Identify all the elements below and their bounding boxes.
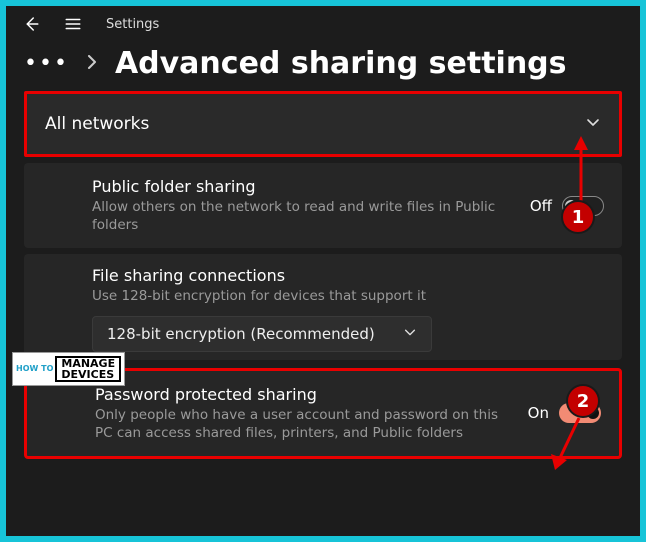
chevron-down-icon [585, 114, 601, 134]
chevron-down-icon [403, 325, 417, 343]
back-icon[interactable] [22, 15, 40, 33]
setting-desc: Use 128-bit encryption for devices that … [92, 287, 604, 305]
setting-title: File sharing connections [92, 266, 604, 285]
setting-title: Password protected sharing [95, 385, 512, 404]
section-title: All networks [45, 114, 149, 134]
dropdown-value: 128-bit encryption (Recommended) [107, 325, 375, 343]
page-title: Advanced sharing settings [115, 46, 567, 81]
toggle-state-label: Off [530, 197, 552, 215]
annotation-marker-1: 1 [561, 200, 595, 234]
setting-desc: Allow others on the network to read and … [92, 198, 514, 234]
hamburger-icon[interactable] [64, 15, 82, 33]
annotation-arrow-2 [541, 414, 591, 474]
encryption-dropdown[interactable]: 128-bit encryption (Recommended) [92, 316, 432, 352]
watermark-howto: HOW TO [16, 365, 53, 373]
app-title: Settings [106, 17, 159, 32]
setting-title: Public folder sharing [92, 177, 514, 196]
setting-desc: Only people who have a user account and … [95, 406, 512, 442]
watermark-devices: DEVICES [61, 369, 115, 380]
settings-window: Settings ••• Advanced sharing settings A… [6, 6, 640, 536]
annotation-marker-2: 2 [566, 384, 600, 418]
chevron-right-icon [87, 54, 97, 73]
setting-file-sharing-connections: File sharing connections Use 128-bit enc… [24, 254, 622, 359]
breadcrumb: ••• Advanced sharing settings [6, 40, 640, 91]
annotation-arrow-1 [566, 136, 596, 208]
titlebar: Settings [6, 6, 640, 40]
watermark-howtomanagedevices: HOW TO MANAGE DEVICES [12, 352, 125, 386]
section-all-networks[interactable]: All networks [24, 91, 622, 157]
breadcrumb-ellipsis-icon[interactable]: ••• [24, 51, 69, 76]
setting-public-folder-sharing: Public folder sharing Allow others on th… [24, 163, 622, 248]
